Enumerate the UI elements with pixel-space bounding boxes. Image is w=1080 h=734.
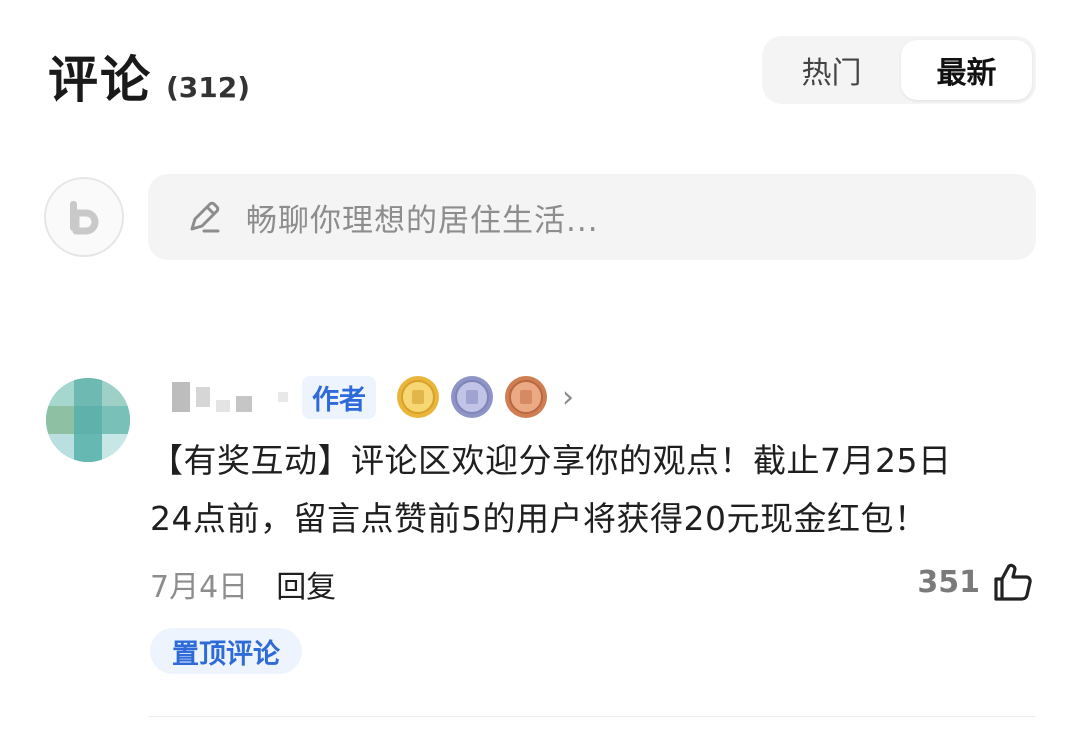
comment-input-placeholder: 畅聊你理想的居住生活...: [246, 202, 599, 239]
comment-text-line-1: 【有奖互动】评论区欢迎分享你的观点！截止7月25日: [150, 441, 952, 480]
comment-date: 7月4日: [150, 570, 249, 605]
app-logo-icon: [70, 201, 99, 235]
commenter-name-row: 作者 ›: [172, 374, 574, 420]
like-button[interactable]: 351: [917, 560, 1034, 604]
tab-latest[interactable]: 最新: [901, 40, 1032, 100]
sort-toggle: 热门 最新: [762, 36, 1036, 104]
chevron-right-icon[interactable]: ›: [562, 380, 574, 415]
comment-input[interactable]: 畅聊你理想的居住生活...: [148, 174, 1036, 260]
silver-medal-icon: [451, 376, 493, 418]
medal-list[interactable]: [396, 375, 548, 419]
divider: [148, 716, 1036, 717]
commenter-name-blurred[interactable]: [172, 382, 288, 412]
thumbs-up-icon: [994, 563, 1032, 601]
reply-button[interactable]: 回复: [276, 562, 336, 606]
pinned-badge: 置顶评论: [150, 628, 302, 674]
pencil-icon: [190, 201, 220, 233]
tab-hot[interactable]: 热门: [766, 40, 897, 100]
like-count: 351: [917, 564, 980, 600]
comment-text-line-2: 24点前，留言点赞前5的用户将获得20元现金红包！: [150, 499, 928, 538]
comment-count: (312): [166, 71, 251, 104]
page-title: 评论: [48, 51, 152, 109]
comments-header: 评论 (312): [48, 40, 251, 109]
comment-body: 【有奖互动】评论区欢迎分享你的观点！截止7月25日 24点前，留言点赞前5的用户…: [150, 432, 1030, 548]
bronze-medal-icon: [505, 376, 547, 418]
current-user-avatar[interactable]: [44, 177, 124, 257]
commenter-avatar[interactable]: [46, 378, 130, 462]
author-badge: 作者: [302, 375, 376, 419]
gold-medal-icon: [397, 376, 439, 418]
comment-meta: 7月4日 回复: [150, 562, 336, 606]
